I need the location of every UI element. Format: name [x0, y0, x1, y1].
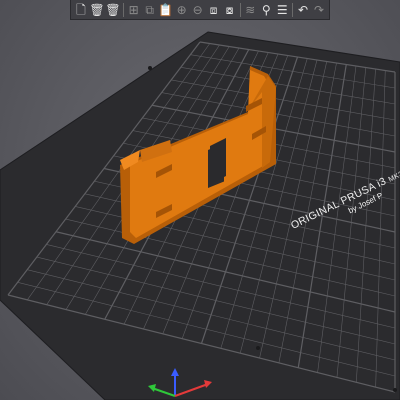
bed-hole: [148, 66, 152, 70]
bed-hole: [393, 388, 397, 392]
bed-hole: [256, 346, 260, 350]
